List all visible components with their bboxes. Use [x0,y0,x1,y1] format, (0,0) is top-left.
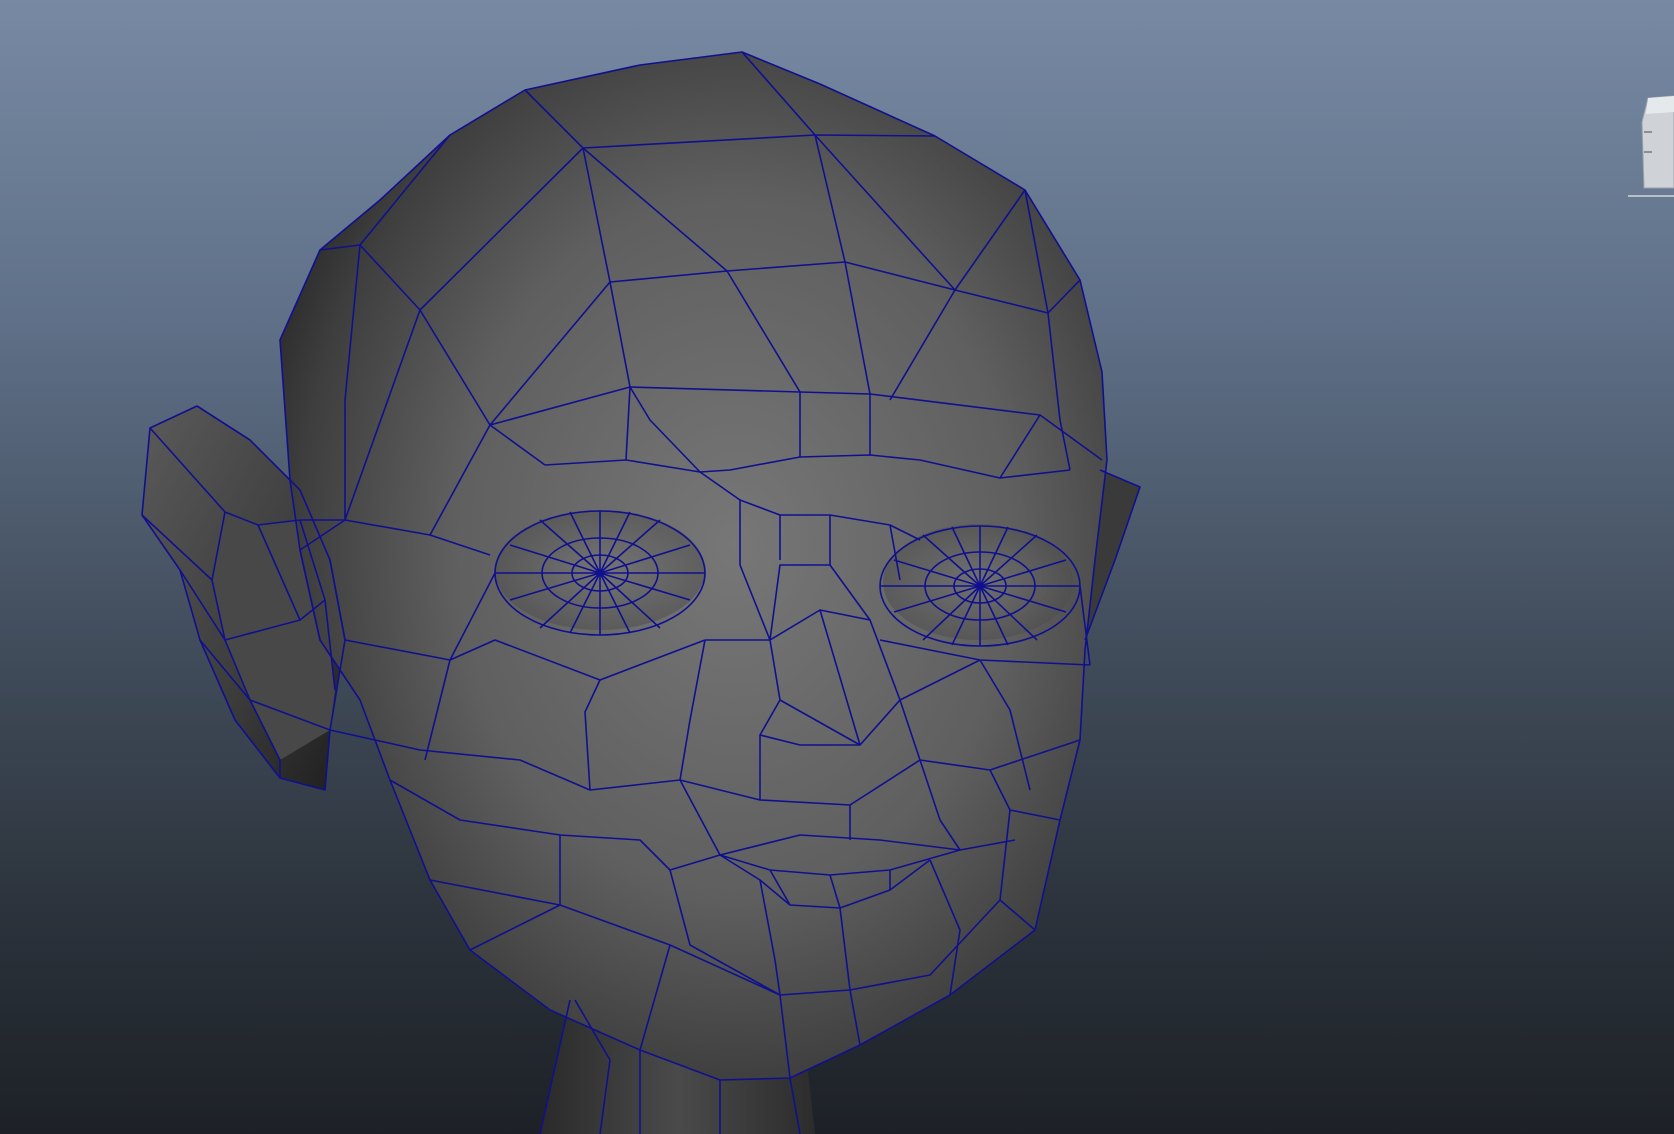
head-model[interactable] [0,0,1674,1134]
view-cube-icon[interactable] [1628,92,1674,200]
right-eye-mesh [879,525,1081,647]
3d-viewport[interactable] [0,0,1674,1134]
left-eye-mesh [494,510,706,636]
